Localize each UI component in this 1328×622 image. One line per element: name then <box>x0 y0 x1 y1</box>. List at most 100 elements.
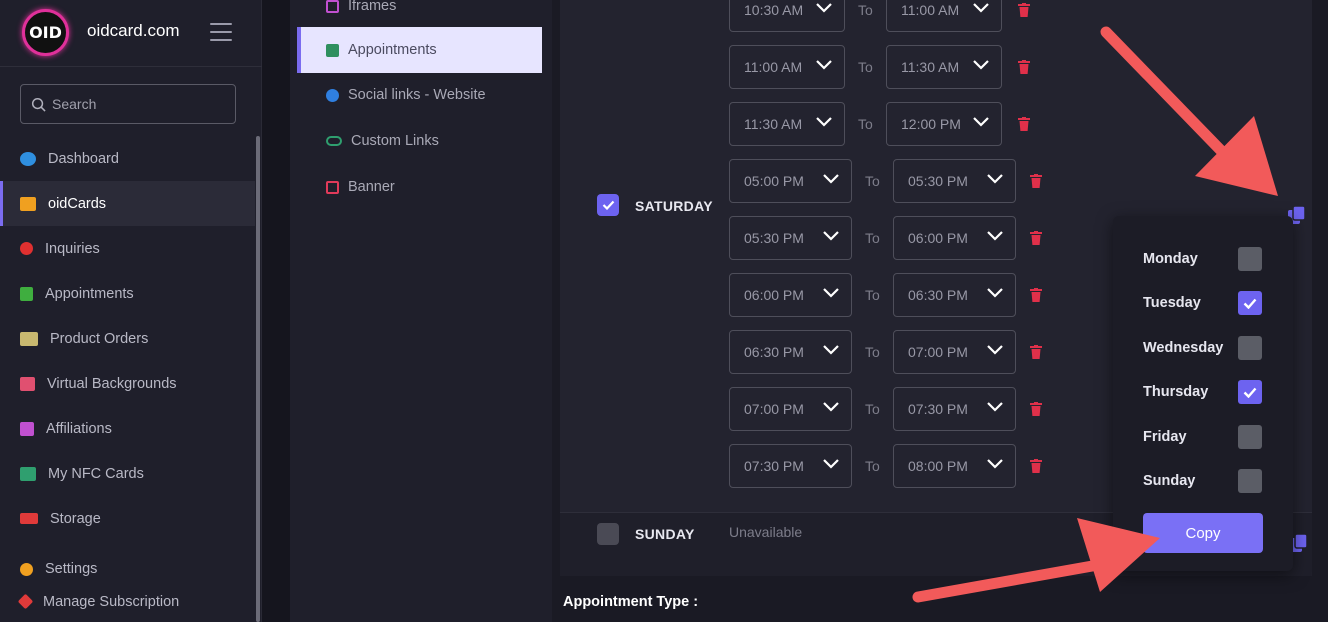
popup-day-label: Monday <box>1143 251 1198 267</box>
trash-icon[interactable] <box>1018 60 1030 74</box>
sidebar-item-my-nfc-cards[interactable]: My NFC Cards <box>0 451 255 496</box>
popup-day-label: Thursday <box>1143 384 1209 400</box>
slot-from-select[interactable]: 10:30 AM <box>729 0 845 32</box>
slot-from-value: 11:00 AM <box>744 59 803 75</box>
popup-day-checkbox[interactable] <box>1238 291 1262 315</box>
slot-from-select[interactable]: 06:30 PM <box>729 330 852 374</box>
slot-to-value: 07:30 PM <box>908 401 968 417</box>
subnav-item-banner[interactable]: Banner <box>290 164 542 210</box>
slot-to-select[interactable]: 06:30 PM <box>893 273 1016 317</box>
crop-icon <box>326 0 339 13</box>
slot-to-select[interactable]: 07:00 PM <box>893 330 1016 374</box>
slot-to-value: 11:00 AM <box>901 2 960 18</box>
sidebar-item-dashboard[interactable]: Dashboard <box>0 136 255 181</box>
trash-icon[interactable] <box>1030 345 1042 359</box>
calendar-icon <box>20 286 33 301</box>
sunday-status: Unavailable <box>729 524 803 540</box>
slot-from-select[interactable]: 07:00 PM <box>729 387 852 431</box>
slot-to-value: 05:30 PM <box>908 173 968 189</box>
search-icon <box>31 97 46 112</box>
diamond-icon <box>17 593 34 610</box>
slot-from-value: 10:30 AM <box>744 2 804 18</box>
sidebar-item-label: Affiliations <box>46 420 112 437</box>
trash-icon[interactable] <box>1030 402 1042 416</box>
logo[interactable]: OID <box>22 9 69 56</box>
sidebar-nav: Dashboard oidCards Inquiries Appointment… <box>0 136 255 616</box>
slot-to-select[interactable]: 11:30 AM <box>886 45 1002 89</box>
to-label: To <box>865 458 880 474</box>
slot-from-select[interactable]: 11:30 AM <box>729 102 845 146</box>
popup-day-checkbox[interactable] <box>1238 247 1262 271</box>
slot-from-select[interactable]: 06:00 PM <box>729 273 852 317</box>
trash-icon[interactable] <box>1030 231 1042 245</box>
sidebar-item-appointments[interactable]: Appointments <box>0 271 255 316</box>
slot-from-select[interactable]: 05:30 PM <box>729 216 852 260</box>
trash-icon[interactable] <box>1030 288 1042 302</box>
sidebar-item-settings[interactable]: Settings <box>0 541 255 587</box>
subnav-item-social-links[interactable]: Social links - Website <box>290 72 542 118</box>
popup-day-checkbox[interactable] <box>1238 425 1262 449</box>
saturday-label: SATURDAY <box>635 198 713 214</box>
popup-day-label: Sunday <box>1143 473 1196 489</box>
to-label: To <box>858 59 873 75</box>
slot-from-select[interactable]: 11:00 AM <box>729 45 845 89</box>
slot-to-value: 08:00 PM <box>908 458 968 474</box>
saturday-checkbox[interactable] <box>597 194 619 216</box>
settings-subnav: Iframes Appointments Social links - Webs… <box>290 0 552 622</box>
to-label: To <box>865 344 880 360</box>
slot-to-select[interactable]: 11:00 AM <box>886 0 1002 32</box>
slot-from-value: 11:30 AM <box>744 116 803 132</box>
trash-icon[interactable] <box>1030 174 1042 188</box>
copy-button[interactable]: Copy <box>1143 513 1263 553</box>
nfc-card-icon <box>20 466 36 481</box>
gear-icon <box>20 562 33 576</box>
sidebar-item-storage[interactable]: Storage <box>0 496 255 541</box>
to-label: To <box>865 287 880 303</box>
sidebar-item-inquiries[interactable]: Inquiries <box>0 226 255 271</box>
to-label: To <box>865 230 880 246</box>
slot-to-select[interactable]: 07:30 PM <box>893 387 1016 431</box>
popup-day-label: Tuesday <box>1143 295 1201 311</box>
sidebar-item-label: Storage <box>50 510 101 527</box>
trash-icon[interactable] <box>1018 3 1030 17</box>
sunday-checkbox[interactable] <box>597 523 619 545</box>
sidebar-item-label: oidCards <box>48 195 107 212</box>
slot-to-select[interactable]: 12:00 PM <box>886 102 1002 146</box>
sidebar-item-manage-subscription[interactable]: Manage Subscription <box>0 587 255 616</box>
appointment-type-label: Appointment Type : <box>563 594 699 610</box>
slot-to-select[interactable]: 06:00 PM <box>893 216 1016 260</box>
popup-day-checkbox[interactable] <box>1238 380 1262 404</box>
search-input[interactable] <box>52 96 222 112</box>
slot-from-select[interactable]: 07:30 PM <box>729 444 852 488</box>
sidebar-item-affiliations[interactable]: Affiliations <box>0 406 255 451</box>
slot-from-value: 07:00 PM <box>744 401 804 417</box>
subnav-item-appointments[interactable]: Appointments <box>297 27 542 73</box>
banner-icon <box>326 180 339 194</box>
sidebar-item-label: My NFC Cards <box>48 465 144 482</box>
copy-to-days-popup: Monday Tuesday Wednesday Thursday Friday Sund… <box>1113 216 1293 571</box>
sidebar-item-product-orders[interactable]: Product Orders <box>0 316 255 361</box>
sunday-label: SUNDAY <box>635 526 695 542</box>
slot-from-value: 06:00 PM <box>744 287 804 303</box>
dashboard-icon <box>20 151 36 166</box>
slot-to-select[interactable]: 08:00 PM <box>893 444 1016 488</box>
menu-toggle-icon[interactable] <box>210 23 232 41</box>
slot-from-select[interactable]: 05:00 PM <box>729 159 852 203</box>
search-box[interactable] <box>20 84 236 124</box>
subnav-item-custom-links[interactable]: Custom Links <box>290 118 542 164</box>
sidebar-scrollbar[interactable] <box>256 136 260 622</box>
trash-icon[interactable] <box>1018 117 1030 131</box>
sidebar-item-virtual-backgrounds[interactable]: Virtual Backgrounds <box>0 361 255 406</box>
popup-day-checkbox[interactable] <box>1238 336 1262 360</box>
trash-icon[interactable] <box>1030 459 1042 473</box>
subnav-item-iframes[interactable]: Iframes <box>290 0 542 29</box>
slot-to-value: 06:30 PM <box>908 287 968 303</box>
slot-to-select[interactable]: 05:30 PM <box>893 159 1016 203</box>
brand-header: OID oidcard.com <box>0 0 262 67</box>
info-icon <box>20 242 33 255</box>
slot-to-value: 07:00 PM <box>908 344 968 360</box>
popup-day-checkbox[interactable] <box>1238 469 1262 493</box>
sidebar-item-oidcards[interactable]: oidCards <box>0 181 255 226</box>
sidebar-item-label: Settings <box>45 561 98 577</box>
sidebar-item-label: Product Orders <box>50 330 149 347</box>
